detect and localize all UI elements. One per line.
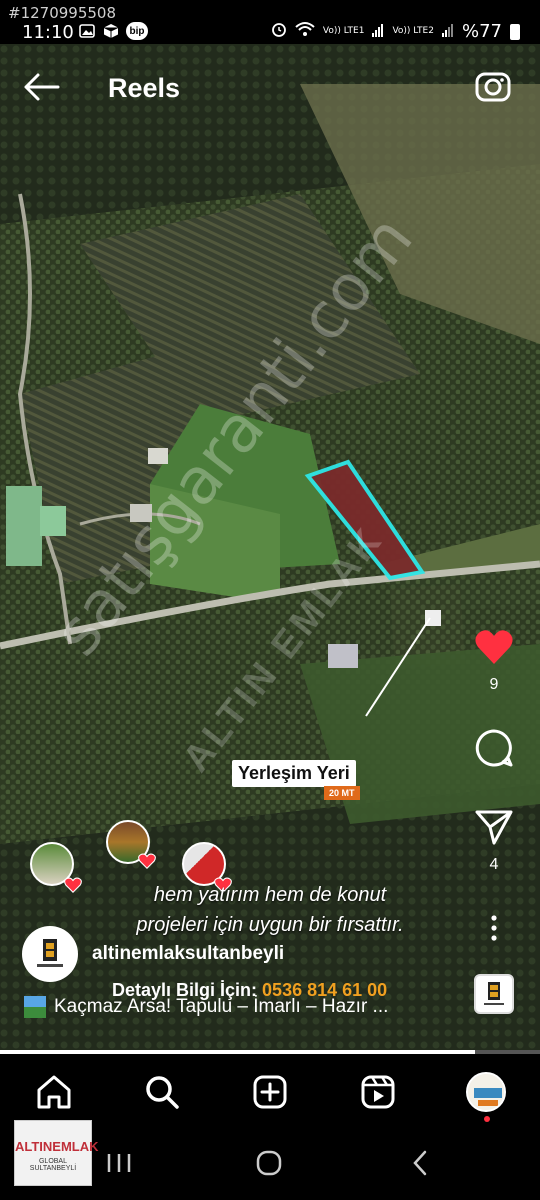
brand-logo-watermark: ALTINEMLAK GLOBAL SULTANBEYLİ bbox=[14, 1120, 99, 1186]
description-text[interactable]: Kaçmaz Arsa! Tapulu – İmarlı – Hazır ... bbox=[54, 996, 388, 1018]
profile-avatar bbox=[468, 1074, 504, 1110]
video-progress-fill bbox=[0, 1050, 476, 1054]
home-system-button[interactable] bbox=[254, 1148, 284, 1178]
nav-search-button[interactable] bbox=[144, 1074, 180, 1110]
signal-icon bbox=[441, 21, 454, 42]
alarm-icon bbox=[271, 21, 287, 42]
gallery-icon bbox=[78, 23, 96, 39]
recents-icon bbox=[107, 1154, 131, 1172]
logo-sub: GLOBAL SULTANBEYLİ bbox=[29, 1158, 77, 1172]
sim1-label: Vo)) LTE1 bbox=[322, 26, 365, 36]
heart-icon bbox=[475, 630, 513, 664]
notification-icons: bip bbox=[78, 22, 148, 40]
camera-button[interactable] bbox=[474, 68, 512, 104]
video-caption-line-1: hem yatırım hem de konut bbox=[153, 884, 387, 906]
home-circle-icon bbox=[256, 1150, 282, 1176]
notification-dot bbox=[484, 1116, 490, 1122]
nav-home-button[interactable] bbox=[36, 1074, 72, 1110]
nav-create-button[interactable] bbox=[252, 1074, 288, 1110]
send-icon bbox=[475, 810, 513, 845]
plus-square-icon bbox=[253, 1075, 287, 1109]
sim2-label: Vo)) LTE2 bbox=[392, 26, 434, 36]
post-description[interactable]: Kaçmaz Arsa! Tapulu – İmarlı – Hazır ... bbox=[24, 996, 388, 1018]
page-title: Reels bbox=[108, 73, 181, 103]
logo-icon bbox=[484, 982, 504, 1005]
share-count: 4 bbox=[489, 856, 499, 873]
back-system-button[interactable] bbox=[406, 1148, 436, 1178]
author-avatar[interactable] bbox=[22, 926, 78, 982]
video-progress-bar[interactable] bbox=[0, 1050, 540, 1054]
nav-profile-button[interactable] bbox=[466, 1072, 506, 1112]
home-icon bbox=[37, 1075, 71, 1109]
image-id-watermark: #1270995508 bbox=[8, 4, 117, 22]
comment-button[interactable] bbox=[472, 728, 516, 768]
bottom-navigation bbox=[0, 1058, 540, 1124]
chevron-left-icon bbox=[413, 1150, 427, 1176]
share-button[interactable]: 4 bbox=[472, 808, 516, 874]
bip-icon: bip bbox=[126, 22, 148, 40]
system-icons: Vo)) LTE1 Vo)) LTE2 %77 bbox=[271, 21, 520, 42]
reels-header: Reels bbox=[0, 60, 540, 114]
like-count: 9 bbox=[489, 676, 499, 693]
map-label-distance: 20 MT bbox=[324, 786, 360, 800]
recent-apps-button[interactable] bbox=[104, 1148, 134, 1178]
battery-percent: %77 bbox=[461, 21, 502, 42]
map-label-yerlesim: Yerleşim Yeri bbox=[232, 760, 356, 787]
heart-icon bbox=[138, 853, 156, 869]
wifi-icon bbox=[295, 21, 315, 42]
camera-icon bbox=[475, 72, 511, 102]
author-username[interactable]: altinemlaksultanbeyli bbox=[92, 943, 284, 965]
arrow-left-icon bbox=[24, 73, 60, 101]
like-button[interactable]: 9 bbox=[472, 628, 516, 694]
clock: 11:10 bbox=[22, 22, 74, 43]
logo-brand: ALTINEMLAK bbox=[15, 1139, 99, 1154]
search-icon bbox=[146, 1076, 179, 1109]
reels-icon bbox=[361, 1075, 395, 1109]
logo-icon bbox=[37, 939, 63, 967]
battery-icon bbox=[510, 23, 520, 40]
signal-icon bbox=[372, 21, 384, 42]
back-button[interactable] bbox=[22, 72, 62, 102]
audio-thumbnail[interactable] bbox=[474, 974, 514, 1014]
nav-reels-button[interactable] bbox=[360, 1074, 396, 1110]
comment-icon bbox=[475, 729, 513, 767]
landscape-emoji-icon bbox=[24, 996, 46, 1018]
post-author[interactable]: altinemlaksultanbeyli bbox=[22, 926, 284, 982]
status-bar: #1270995508 11:10 bip Vo)) LTE1 Vo)) LTE… bbox=[0, 0, 540, 44]
box-icon bbox=[102, 23, 120, 39]
